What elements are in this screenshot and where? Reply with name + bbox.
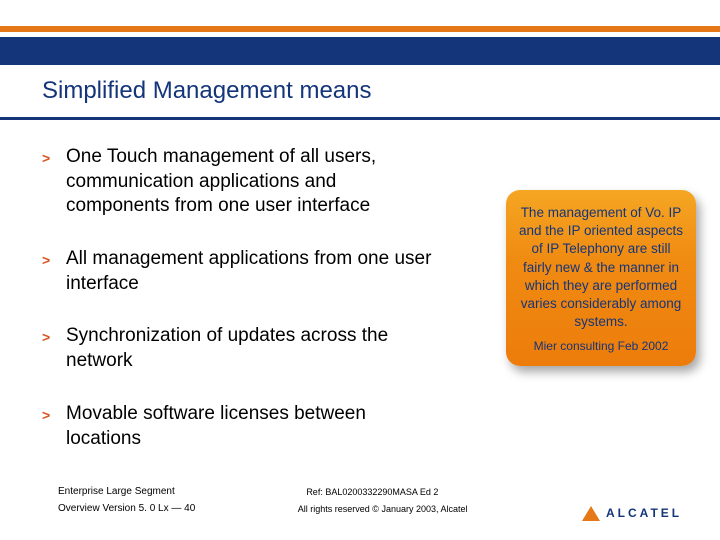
bullet-marker: > [42,247,66,296]
footer-segment: Enterprise Large Segment [58,486,175,497]
footer-version: Overview Version 5. 0 Lx — 40 [58,503,195,514]
bullet-item: > One Touch management of all users, com… [42,145,432,219]
bullet-marker: > [42,145,66,219]
footer-ref: Ref: BAL0200332290MASA Ed 2 [175,487,570,497]
accent-stripe-orange [0,26,720,32]
bullet-text: Synchronization of updates across the ne… [66,324,432,373]
callout-credit: Mier consulting Feb 2002 [516,338,686,354]
footer-row-top: Enterprise Large Segment Ref: BAL0200332… [58,486,700,497]
bullet-item: > Movable software licenses between loca… [42,402,432,451]
title-bar: Simplified Management means [0,65,720,117]
bullet-marker: > [42,402,66,451]
bullet-text: All management applications from one use… [66,247,432,296]
logo-text: ALCATEL [606,506,682,520]
bullet-item: > Synchronization of updates across the … [42,324,432,373]
footer-rights: All rights reserved © January 2003, Alca… [195,504,570,514]
accent-stripe-navy [0,37,720,65]
alcatel-logo: ALCATEL [582,500,702,526]
logo-triangle-icon [582,506,600,521]
page-title: Simplified Management means [42,77,372,105]
bullet-item: > All management applications from one u… [42,247,432,296]
callout-box: The management of Vo. IP and the IP orie… [506,190,696,366]
callout-body: The management of Vo. IP and the IP orie… [516,204,686,332]
title-underline [0,117,720,120]
bullet-list: > One Touch management of all users, com… [42,135,432,480]
bullet-marker: > [42,324,66,373]
bullet-text: One Touch management of all users, commu… [66,145,432,219]
bullet-text: Movable software licenses between locati… [66,402,432,451]
